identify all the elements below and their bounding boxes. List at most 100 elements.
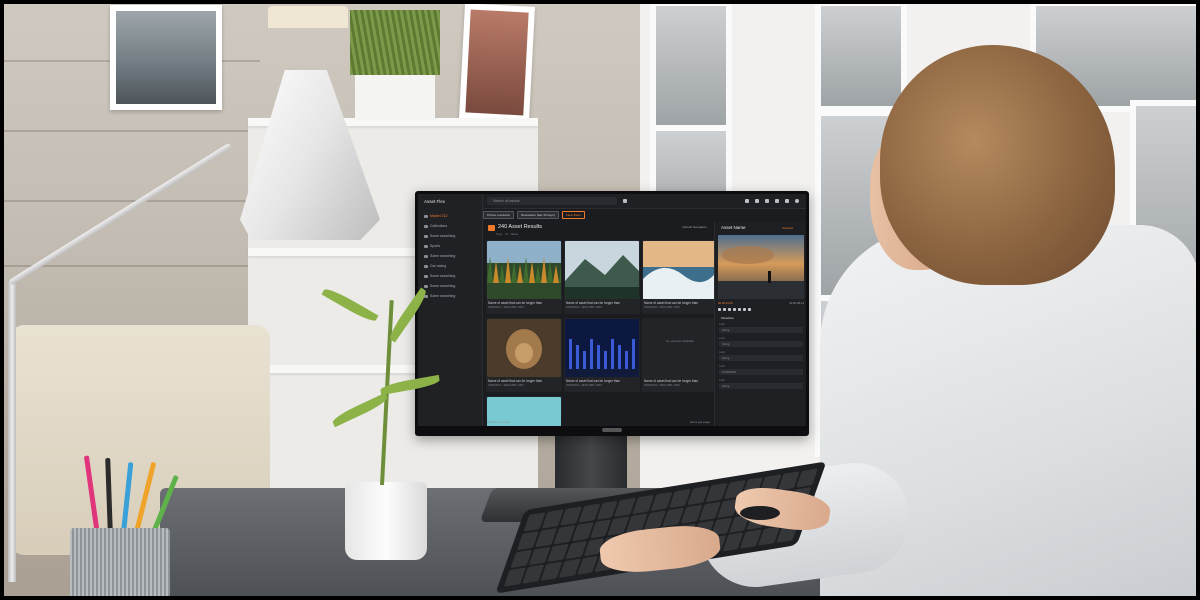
keyboard-key: [740, 529, 762, 549]
app-logo: Asset Flex: [424, 199, 446, 204]
sidebar-item[interactable]: Collections: [424, 222, 476, 230]
plant-pot: [345, 482, 427, 560]
sidebar-item-label: Some searching: [430, 294, 456, 298]
window-pane: [815, 0, 907, 112]
grid-view-icon[interactable]: [755, 199, 759, 203]
app-topbar: Search all assets: [483, 194, 806, 209]
sidebar-item-label: Some searching: [430, 284, 456, 288]
filter-chip-row: Picture resolution Bestsellers (last 30 …: [483, 211, 585, 219]
asset-card[interactable]: Name of asset that can be longer than25/…: [564, 240, 640, 314]
shelf-grass: [350, 10, 440, 75]
keyboard-key: [644, 510, 667, 530]
leaning-picture: [459, 3, 535, 122]
sidebar-item[interactable]: Sports: [424, 242, 476, 250]
keyboard-key: [510, 549, 533, 569]
column-name[interactable]: Name: [511, 232, 518, 236]
search-input[interactable]: Search all assets: [487, 197, 617, 205]
keyboard-key: [516, 530, 539, 550]
asset-card[interactable]: Name of asset that can be longer than25/…: [486, 318, 562, 392]
desk-lamp-pole: [8, 282, 16, 582]
asset-name: Name of asset that can be longer than: [488, 379, 543, 383]
sidebar-item-label: Collections: [430, 224, 448, 228]
rewind-icon[interactable]: [728, 308, 731, 311]
volume-icon[interactable]: [738, 308, 741, 311]
sidebar-item-label: Some searching: [430, 274, 456, 278]
folder-icon: [424, 244, 428, 248]
sidebar-item[interactable]: Some searching: [424, 252, 476, 260]
asset-thumbnail[interactable]: No preview available: [643, 319, 717, 377]
asset-thumbnail[interactable]: [487, 241, 561, 299]
avatar[interactable]: [795, 199, 799, 203]
list-view-icon[interactable]: [765, 199, 769, 203]
asset-name: Name of asset that can be longer than: [644, 379, 699, 383]
loop-icon[interactable]: [743, 308, 746, 311]
metadata-section-title[interactable]: Metadata: [721, 316, 734, 320]
monitor-screen: Asset Flex Market 212 Collections Some sea…: [418, 194, 806, 426]
sidebar-item[interactable]: Some searching: [424, 272, 476, 280]
sort-select[interactable]: Default Navigation: [682, 225, 707, 229]
pencil-cup: [70, 528, 170, 598]
sidebar-item[interactable]: Car racing: [424, 262, 476, 270]
asset-thumbnail[interactable]: [565, 241, 639, 299]
asset-meta: 25/06/2024 • 1920x1080 • MP4: [644, 384, 680, 387]
asset-thumbnail[interactable]: [643, 241, 717, 299]
keyboard-key: [503, 567, 526, 587]
sidebar-item[interactable]: Some searching: [424, 282, 476, 290]
play-icon[interactable]: [718, 308, 721, 311]
sidebar-item[interactable]: Market 212: [424, 212, 476, 220]
field-label: Label: [719, 337, 726, 340]
results-title: 240 Asset Results: [498, 224, 542, 230]
field-input[interactable]: String: [719, 355, 803, 361]
column-id[interactable]: Id: [505, 232, 507, 236]
timecode: 00:00:28:12 00:00:12:00: [718, 301, 804, 305]
asset-card[interactable]: Name of asset that can be longer than25/…: [486, 240, 562, 314]
asset-thumbnail[interactable]: [487, 319, 561, 377]
keyboard-key: [614, 497, 637, 517]
duration: 00:00:28:12: [789, 301, 804, 305]
folder-icon: [424, 264, 428, 268]
field-input[interactable]: String: [719, 327, 803, 333]
panel-title: Asset Name: [721, 225, 746, 230]
asset-card[interactable]: Name of asset that can be longer than25/…: [642, 240, 718, 314]
asset-card[interactable]: No preview available Name of asset that c…: [642, 318, 718, 392]
field-label: Label: [719, 323, 726, 326]
folder-icon: [424, 274, 428, 278]
shelf-board: [248, 248, 428, 256]
folder-icon: [424, 214, 428, 218]
wall-picture: [110, 5, 222, 110]
sidebar-item[interactable]: Some searching: [424, 292, 476, 300]
no-preview-text: No preview available: [666, 339, 694, 343]
filter-chip[interactable]: Picture resolution: [483, 211, 515, 219]
field-input[interactable]: 10/06/2024: [719, 369, 803, 375]
field-input[interactable]: String: [719, 383, 803, 389]
column-type[interactable]: Type: [496, 232, 502, 236]
sidebar-item-label: Market 212: [430, 214, 448, 218]
monitor-logo: [602, 428, 622, 432]
notifications-icon[interactable]: [775, 199, 779, 203]
filter-chip[interactable]: Bestsellers (last 30 days): [517, 211, 559, 219]
pause-icon[interactable]: [723, 308, 726, 311]
asset-card[interactable]: [486, 396, 562, 426]
sidebar-item-label: Some searching: [430, 254, 456, 258]
asset-card[interactable]: Name of asset that can be longer than25/…: [564, 318, 640, 392]
items-per-page[interactable]: Items per page: [690, 420, 710, 424]
asset-thumbnail[interactable]: [565, 319, 639, 377]
fullscreen-icon[interactable]: [748, 308, 751, 311]
edit-icon[interactable]: [745, 199, 749, 203]
app-sidebar: Asset Flex Market 212 Collections Some sea…: [418, 194, 483, 426]
monitor: Asset Flex Market 212 Collections Some sea…: [415, 191, 809, 436]
forward-icon[interactable]: [733, 308, 736, 311]
mouse: [740, 506, 780, 520]
field-input[interactable]: String: [719, 341, 803, 347]
keyboard-key: [523, 512, 546, 532]
sidebar-item[interactable]: Some searching: [424, 232, 476, 240]
asset-meta: 25/06/2024 • 1920x1080 • MP4: [488, 306, 524, 309]
clear-icon[interactable]: [623, 199, 627, 203]
results-icon: [488, 225, 495, 231]
clear-filters-button[interactable]: Clear filters: [561, 211, 585, 219]
field-label: Label: [719, 379, 726, 382]
panel-tag[interactable]: Preview: [782, 226, 793, 230]
sidebar-item-label: Sports: [430, 244, 441, 248]
settings-icon[interactable]: [785, 199, 789, 203]
asset-name: Name of asset that can be longer than: [488, 301, 543, 305]
